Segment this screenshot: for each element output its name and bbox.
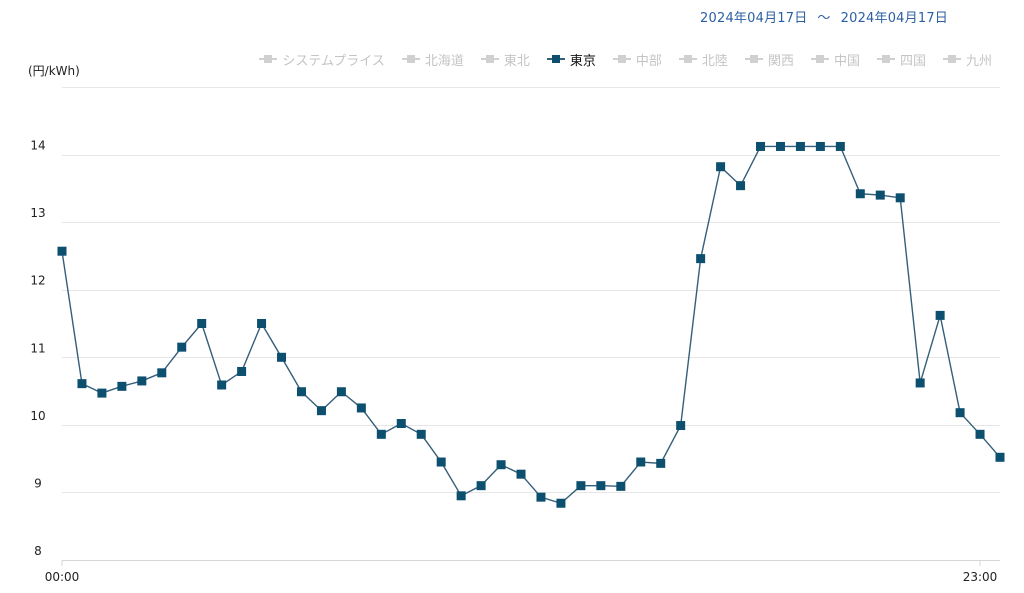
data-point-19 — [436, 457, 446, 467]
data-point-45 — [955, 408, 965, 418]
data-point-9 — [237, 366, 247, 376]
y-tick-label-9: 9 — [34, 476, 42, 490]
data-point-42 — [895, 193, 905, 203]
data-point-31 — [676, 421, 686, 431]
data-point-18 — [416, 429, 426, 439]
data-point-41 — [875, 190, 885, 200]
data-point-32 — [696, 254, 706, 264]
data-point-6 — [177, 342, 187, 352]
y-tick-label-10: 10 — [30, 409, 45, 423]
data-point-14 — [336, 387, 346, 397]
data-point-33 — [716, 162, 726, 172]
y-tick-label-8: 8 — [34, 544, 42, 558]
y-tick-label-12: 12 — [30, 274, 45, 288]
data-point-5 — [157, 368, 167, 378]
data-point-16 — [376, 429, 386, 439]
data-point-11 — [277, 352, 287, 362]
data-point-30 — [656, 458, 666, 468]
data-point-1 — [77, 379, 87, 389]
price-line-chart: 8 9 10 11 12 13 14 (円/kWh) 00:00 23:00 — [28, 64, 1005, 584]
data-point-28 — [616, 481, 626, 491]
x-tick-label-0: 00:00 — [45, 570, 80, 584]
data-point-21 — [476, 481, 486, 491]
y-axis-label: (円/kWh) — [28, 64, 80, 78]
data-point-23 — [516, 469, 526, 479]
data-point-8 — [217, 380, 227, 390]
data-point-13 — [316, 406, 326, 416]
data-point-3 — [117, 381, 127, 391]
y-tick-label-14: 14 — [30, 139, 45, 153]
data-point-43 — [915, 378, 925, 388]
data-point-27 — [596, 481, 606, 491]
data-point-17 — [396, 419, 406, 429]
y-tick-label-13: 13 — [30, 206, 45, 220]
data-point-35 — [756, 141, 766, 151]
data-point-46 — [975, 429, 985, 439]
data-point-4 — [137, 376, 147, 386]
data-point-40 — [855, 189, 865, 199]
data-point-22 — [496, 460, 506, 470]
data-point-25 — [556, 498, 566, 508]
y-tick-label-11: 11 — [30, 341, 45, 355]
data-point-12 — [296, 387, 306, 397]
data-point-7 — [197, 319, 207, 328]
data-point-2 — [97, 388, 107, 398]
data-point-36 — [775, 141, 785, 151]
data-point-26 — [576, 481, 586, 491]
data-point-29 — [636, 457, 646, 467]
data-point-37 — [795, 141, 805, 151]
data-point-15 — [356, 403, 366, 413]
data-point-39 — [835, 141, 845, 151]
data-point-44 — [935, 310, 945, 320]
data-point-10 — [257, 319, 267, 328]
data-point-47 — [995, 452, 1005, 462]
data-point-34 — [736, 181, 746, 191]
data-point-20 — [456, 491, 466, 501]
data-point-0 — [57, 246, 67, 256]
data-point-38 — [815, 141, 825, 151]
x-tick-label-1: 23:00 — [963, 570, 998, 584]
data-point-24 — [536, 492, 546, 502]
